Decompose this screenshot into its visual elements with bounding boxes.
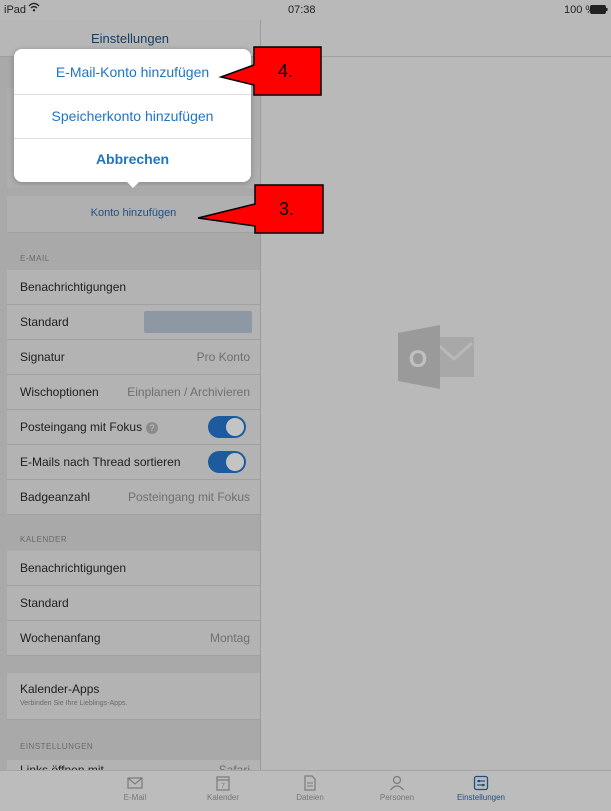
clock: 07:38 <box>288 4 316 16</box>
focused-inbox-toggle[interactable] <box>208 416 246 438</box>
tab-mail[interactable]: E-Mail <box>100 775 170 802</box>
swipe-options-value: Einplanen / Archivieren <box>127 385 250 399</box>
tab-bar: E-Mail 7 Kalender Dateien Personen Einst… <box>0 770 611 811</box>
focused-inbox-row: Posteingang mit Fokus? <box>7 410 260 445</box>
settings-section-header: EINSTELLUNGEN <box>7 730 260 756</box>
email-default-row[interactable]: Standard <box>7 305 260 340</box>
email-default-label: Standard <box>20 315 69 329</box>
signature-row[interactable]: Signatur Pro Konto <box>7 340 260 375</box>
redacted-account <box>144 311 252 333</box>
thread-sort-row: E-Mails nach Thread sortieren <box>7 445 260 480</box>
tab-people-label: Personen <box>379 793 415 802</box>
callout-step-4: 4. <box>218 45 323 102</box>
calendar-section-title: KALENDER <box>20 535 68 544</box>
tab-files-label: Dateien <box>296 793 324 802</box>
add-email-account-option[interactable]: E-Mail-Konto hinzufügen <box>14 51 251 95</box>
tab-calendar-label: Kalender <box>206 793 240 802</box>
thread-sort-toggle[interactable] <box>208 451 246 473</box>
calendar-apps-subtitle: Verbinden Sie Ihre Lieblings-Apps. <box>20 700 128 707</box>
toggle-knob <box>226 453 244 471</box>
tab-people[interactable]: Personen <box>362 775 432 802</box>
swipe-options-row[interactable]: Wischoptionen Einplanen / Archivieren <box>7 375 260 410</box>
callout-step-3: 3. <box>195 183 325 240</box>
calendar-notifications-row[interactable]: Benachrichtigungen <box>7 551 260 586</box>
file-icon <box>302 775 318 791</box>
settings-section-title: EINSTELLUNGEN <box>20 742 94 751</box>
week-start-row[interactable]: Wochenanfang Montag <box>7 621 260 656</box>
popover-arrow <box>126 181 140 188</box>
calendar-icon-day: 7 <box>221 783 225 790</box>
swipe-options-label: Wischoptionen <box>20 385 99 399</box>
page-title: Einstellungen <box>90 31 170 46</box>
signature-label: Signatur <box>20 350 65 364</box>
status-bar: iPad 07:38 100 % <box>0 0 611 20</box>
email-notifications-row[interactable]: Benachrichtigungen <box>7 270 260 305</box>
calendar-notifications-label: Benachrichtigungen <box>20 561 127 575</box>
calendar-default-label: Standard <box>20 596 69 610</box>
calendar-apps-title: Kalender-Apps <box>20 682 100 696</box>
mail-icon <box>127 775 143 791</box>
calendar-icon: 7 <box>215 775 231 791</box>
add-account-popover: E-Mail-Konto hinzufügen Speicherkonto hi… <box>14 49 251 182</box>
signature-value: Pro Konto <box>196 350 250 364</box>
callout-step-4-label: 4. <box>278 61 294 81</box>
week-start-label: Wochenanfang <box>20 631 101 645</box>
settings-icon <box>473 775 489 791</box>
focused-inbox-label: Posteingang mit Fokus <box>20 420 143 434</box>
calendar-section-header: KALENDER <box>7 523 260 549</box>
badge-count-value: Posteingang mit Fokus <box>127 490 250 504</box>
cancel-button[interactable]: Abbrechen <box>14 138 251 181</box>
person-icon <box>389 775 405 791</box>
tab-files[interactable]: Dateien <box>275 775 345 802</box>
badge-count-label: Badgeanzahl <box>20 490 91 504</box>
tab-mail-label: E-Mail <box>123 793 147 802</box>
logo-letter: O <box>409 346 428 373</box>
wifi-icon <box>28 2 40 15</box>
calendar-apps-row[interactable]: Kalender-Apps Verbinden Sie Ihre Lieblin… <box>7 673 260 720</box>
calendar-default-row[interactable]: Standard <box>7 586 260 621</box>
week-start-value: Montag <box>209 631 250 645</box>
add-storage-account-option[interactable]: Speicherkonto hinzufügen <box>14 95 251 139</box>
thread-sort-label: E-Mails nach Thread sortieren <box>20 455 181 469</box>
outlook-logo: O <box>398 323 478 396</box>
email-notifications-label: Benachrichtigungen <box>20 280 127 294</box>
email-section-header: E-MAIL <box>7 242 260 268</box>
battery-icon <box>590 5 608 17</box>
toggle-knob <box>226 418 244 436</box>
callout-step-3-label: 3. <box>279 199 295 219</box>
help-icon[interactable]: ? <box>146 421 159 434</box>
tab-calendar[interactable]: 7 Kalender <box>188 775 258 802</box>
device-label: iPad <box>4 4 27 16</box>
tab-settings[interactable]: Einstellungen <box>446 775 516 802</box>
tab-settings-label: Einstellungen <box>456 793 506 802</box>
email-section-title: E-MAIL <box>20 254 50 263</box>
badge-count-row[interactable]: Badgeanzahl Posteingang mit Fokus <box>7 480 260 515</box>
